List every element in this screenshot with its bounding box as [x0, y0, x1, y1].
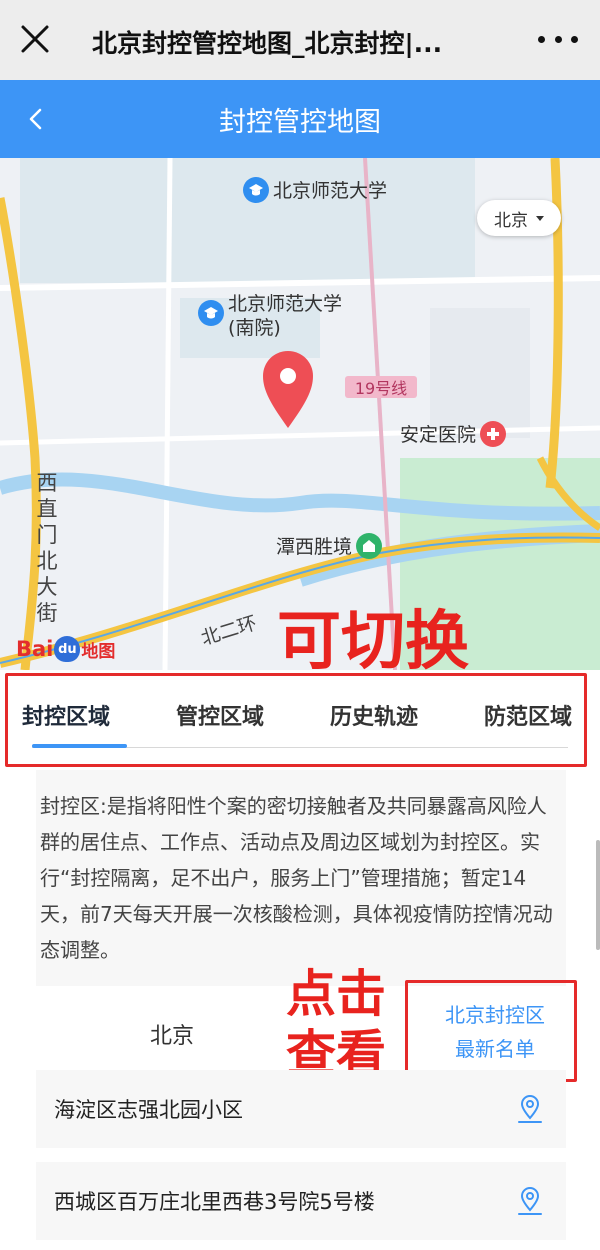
metro-line-badge: 19号线 — [345, 376, 417, 398]
university-icon — [198, 300, 224, 326]
list-item[interactable]: 海淀区志强北园小区 — [36, 1070, 566, 1148]
university-icon — [243, 176, 269, 203]
poi-bnu[interactable]: 北京师范大学 — [243, 176, 387, 203]
poi-hospital[interactable]: 安定医院 — [400, 420, 507, 447]
annotation-switchable: 可切换 — [277, 605, 469, 670]
location-pin-icon[interactable] — [516, 1094, 544, 1126]
location-pin-icon[interactable] — [516, 1186, 544, 1218]
hospital-icon — [480, 420, 507, 447]
tab-prevention-area[interactable]: 防范区域 — [484, 698, 572, 744]
city-label: 北京 — [150, 1024, 195, 1049]
baidu-map-logo: Bai du 地图 — [16, 636, 116, 662]
area-description: 封控区:是指将阳性个案的密切接触者及共同暴露高风险人群的居住点、工作点、活动点及… — [36, 770, 566, 986]
paw-icon: du — [54, 636, 81, 662]
wechat-page-title: 北京封控管控地图_北京封控|... — [92, 29, 443, 58]
tab-history-track[interactable]: 历史轨迹 — [330, 698, 418, 744]
scrollbar[interactable] — [596, 840, 600, 950]
close-icon[interactable] — [18, 22, 52, 56]
tab-bar: 封控区域 管控区域 历史轨迹 防范区域 — [22, 698, 572, 748]
location-marker-icon[interactable] — [263, 351, 313, 428]
page-title: 封控管控地图 — [219, 107, 381, 138]
park-icon — [356, 532, 383, 559]
street-label: 西直门北大街 — [36, 471, 58, 625]
wechat-top-bar: 北京封控管控地图_北京封控|... — [0, 0, 600, 80]
poi-bnu-south[interactable]: 北京师范大学 (南院) — [198, 292, 342, 340]
caret-down-icon — [536, 215, 544, 221]
poi-park[interactable]: 潭西胜境 — [276, 532, 383, 559]
list-item[interactable]: 西城区百万庄北里西巷3号院5号楼 — [36, 1162, 566, 1240]
tab-lockdown-area[interactable]: 封控区域 — [22, 698, 110, 744]
city-selector[interactable]: 北京 — [477, 200, 561, 236]
page-header: 封控管控地图 — [0, 80, 600, 158]
latest-list-button[interactable]: 北京封控区 最新名单 — [420, 998, 570, 1066]
annotation-click-view: 点击查看 — [286, 965, 386, 1083]
active-tab-indicator — [32, 744, 127, 748]
map-view[interactable]: 北京师范大学 北京师范大学 (南院) 北京 19号线 安定医院 潭西胜境 西直门… — [0, 158, 600, 670]
more-icon[interactable] — [538, 22, 578, 56]
tab-control-area[interactable]: 管控区域 — [176, 698, 264, 744]
